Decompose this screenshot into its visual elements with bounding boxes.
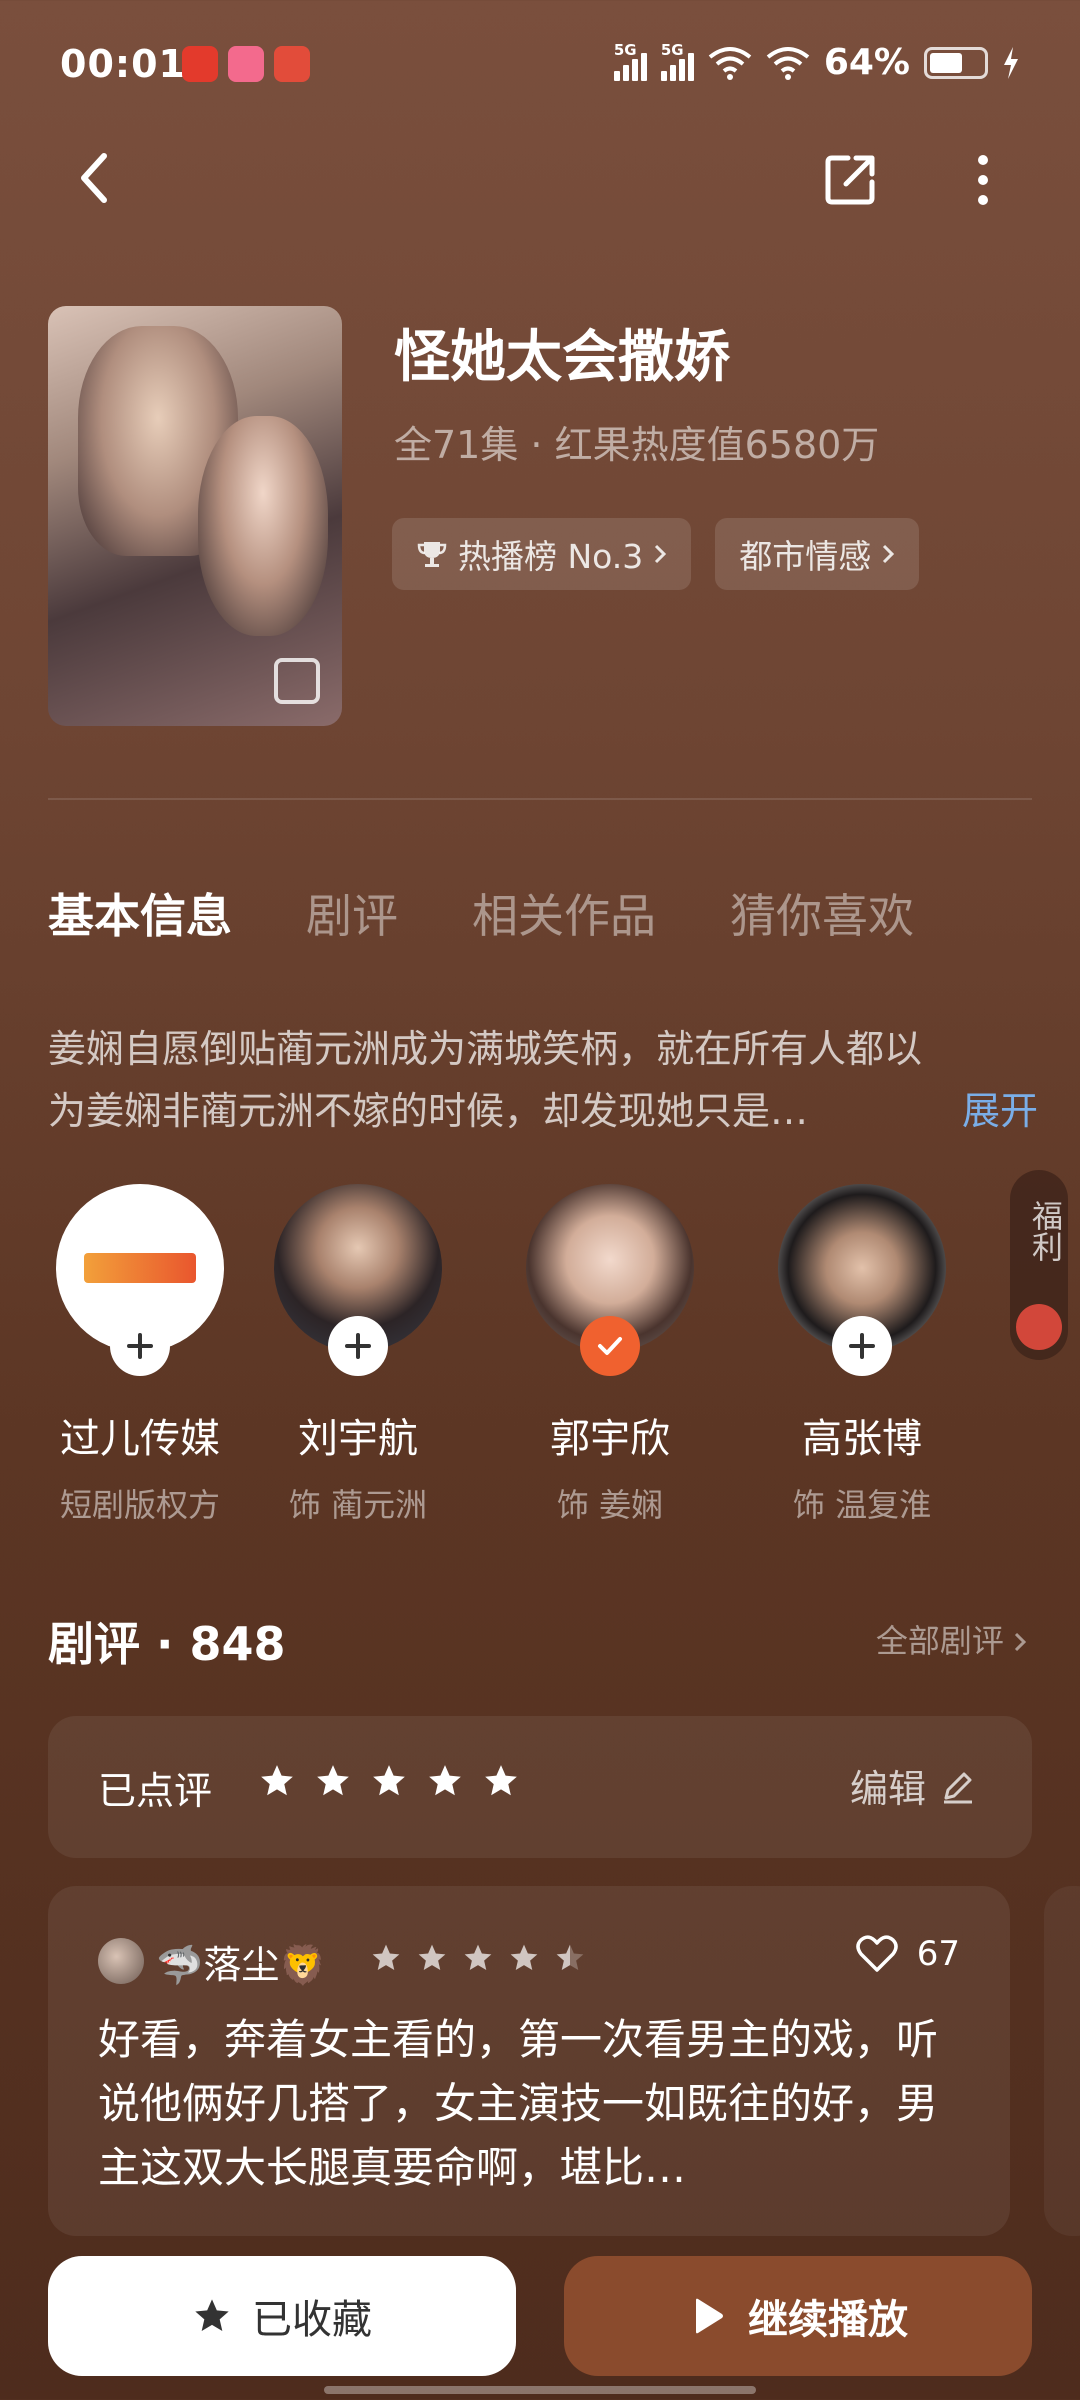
star-icon bbox=[510, 1944, 538, 1970]
reviewer-name: 🦈落尘🦁 bbox=[156, 1943, 327, 1987]
cast-name: 郭宇欣 bbox=[550, 1416, 670, 1462]
plus-icon bbox=[849, 1333, 875, 1359]
cast-role: 饰 姜娴 bbox=[556, 1486, 664, 1524]
show-tags: 热播榜 No.3 都市情感 bbox=[392, 518, 920, 590]
cast-role: 短剧版权方 bbox=[59, 1486, 220, 1524]
back-icon[interactable] bbox=[70, 148, 120, 208]
rated-label: 已点评 bbox=[98, 1769, 213, 1813]
bilibili-app-icon bbox=[228, 46, 264, 82]
avatar bbox=[98, 1938, 144, 1984]
like-button[interactable]: 67 bbox=[855, 1934, 960, 1974]
poster-figure bbox=[198, 416, 328, 636]
cast-item[interactable]: 过儿传媒 短剧版权方 bbox=[30, 1184, 250, 1526]
video-app-icon bbox=[274, 46, 310, 82]
genre-tag-label: 都市情感 bbox=[739, 537, 872, 576]
follow-button[interactable] bbox=[832, 1316, 892, 1376]
review-card[interactable]: 🦈落尘🦁 67 好看，奔着女主看的，第一次看男主的戏，听说他俩好几搭了，女主演技… bbox=[48, 1886, 1010, 2236]
review-card[interactable] bbox=[1044, 1886, 1080, 2236]
favorite-button[interactable]: 已收藏 bbox=[48, 2256, 516, 2376]
cast-item[interactable]: 郭宇欣 饰 姜娴 bbox=[500, 1184, 720, 1526]
tab-related-works[interactable]: 相关作品 bbox=[472, 880, 656, 946]
show-meta: 全71集 · 红果热度值6580万 bbox=[394, 423, 880, 467]
signal-icon: 5G bbox=[613, 41, 647, 81]
cast-role: 饰 蔺元洲 bbox=[288, 1486, 428, 1524]
more-icon[interactable] bbox=[968, 150, 998, 210]
synopsis-line: 姜娴自愿倒贴蔺元洲成为满城笑柄，就在所有人都以 bbox=[48, 1027, 923, 1071]
tab-recommendations[interactable]: 猜你喜欢 bbox=[730, 880, 914, 946]
edit-review-button[interactable]: 编辑 bbox=[850, 1758, 976, 1813]
status-time: 00:01 bbox=[60, 42, 186, 86]
chevron-right-icon bbox=[1014, 1632, 1027, 1652]
cast-name: 刘宇航 bbox=[298, 1416, 418, 1462]
charging-icon bbox=[1004, 46, 1018, 79]
divider bbox=[48, 798, 1032, 800]
welfare-label: 福利 bbox=[1026, 1200, 1062, 1262]
tv-icon bbox=[274, 658, 320, 704]
cast-role: 饰 温复淮 bbox=[792, 1486, 932, 1524]
edit-icon bbox=[944, 1772, 972, 1803]
reviews-title: 剧评 · 848 bbox=[48, 1617, 286, 1671]
star-icon bbox=[373, 1765, 405, 1796]
battery-icon bbox=[924, 46, 988, 79]
follow-button[interactable] bbox=[328, 1316, 388, 1376]
expand-link[interactable]: 展开 bbox=[962, 1080, 1038, 1142]
notification-icons bbox=[182, 46, 310, 82]
star-icon bbox=[261, 1765, 293, 1796]
play-icon bbox=[696, 2298, 723, 2334]
chevron-right-icon bbox=[883, 544, 895, 564]
followed-button[interactable] bbox=[580, 1316, 640, 1376]
my-rating-stars[interactable] bbox=[258, 1762, 520, 1800]
play-label: 继续播放 bbox=[748, 2297, 908, 2343]
status-indicators: 5G 5G 64% bbox=[613, 41, 1020, 83]
check-icon bbox=[598, 1337, 622, 1355]
rank-tag-label: 热播榜 No.3 bbox=[458, 537, 644, 576]
tab-reviews[interactable]: 剧评 bbox=[306, 880, 398, 946]
all-reviews-link[interactable]: 全部剧评 bbox=[876, 1616, 1027, 1662]
star-icon bbox=[372, 1944, 400, 1970]
genre-tag[interactable]: 都市情感 bbox=[715, 518, 920, 590]
rank-tag[interactable]: 热播榜 No.3 bbox=[392, 518, 692, 590]
status-bar: 00:01 5G 5G 64% bbox=[0, 0, 1080, 130]
trophy-icon bbox=[417, 542, 447, 567]
battery-percent: 64% bbox=[823, 42, 910, 83]
like-count: 67 bbox=[916, 1934, 960, 1974]
shopping-app-icon bbox=[182, 46, 218, 82]
star-icon bbox=[195, 2299, 229, 2331]
star-icon bbox=[464, 1944, 492, 1970]
tab-basic-info[interactable]: 基本信息 bbox=[48, 880, 232, 946]
star-icon bbox=[317, 1765, 349, 1796]
show-poster[interactable] bbox=[48, 306, 342, 726]
favorite-label: 已收藏 bbox=[252, 2297, 372, 2343]
synopsis-line: 为姜娴非蔺元洲不嫁的时候，却发现她只是… bbox=[48, 1089, 809, 1133]
chevron-right-icon bbox=[655, 544, 667, 564]
star-icon bbox=[485, 1765, 517, 1796]
show-title: 怪她太会撒娇 bbox=[394, 325, 730, 390]
continue-play-button[interactable]: 继续播放 bbox=[564, 2256, 1032, 2376]
follow-button[interactable] bbox=[110, 1316, 170, 1376]
wifi-icon bbox=[766, 46, 810, 80]
welfare-widget[interactable]: 福利 bbox=[1010, 1170, 1068, 1360]
cast-name: 高张博 bbox=[802, 1416, 922, 1462]
my-rating-card: 已点评 编辑 bbox=[48, 1716, 1032, 1858]
cast-item[interactable]: 高张博 饰 温复淮 bbox=[752, 1184, 972, 1526]
detail-tabs: 基本信息 剧评 相关作品 猜你喜欢 bbox=[48, 880, 914, 946]
heart-icon bbox=[855, 1935, 898, 1972]
synopsis: 姜娴自愿倒贴蔺元洲成为满城笑柄，就在所有人都以 为姜娴非蔺元洲不嫁的时候，却发现… bbox=[48, 1018, 1038, 1142]
plus-icon bbox=[127, 1333, 153, 1359]
red-envelope-icon bbox=[1016, 1304, 1062, 1350]
signal-icon: 5G bbox=[660, 41, 694, 81]
cast-name: 过儿传媒 bbox=[60, 1416, 220, 1462]
review-text: 好看，奔着女主看的，第一次看男主的戏，听说他俩好几搭了，女主演技一如既往的好，男… bbox=[98, 2015, 939, 2192]
star-icon bbox=[418, 1944, 446, 1970]
home-indicator[interactable] bbox=[324, 2386, 756, 2394]
cast-item[interactable]: 刘宇航 饰 蔺元洲 bbox=[248, 1184, 468, 1526]
wifi-icon bbox=[708, 46, 752, 80]
star-icon bbox=[429, 1765, 461, 1796]
star-icon bbox=[556, 1944, 584, 1970]
review-rating-stars bbox=[370, 1942, 586, 1974]
plus-icon bbox=[345, 1333, 371, 1359]
share-icon[interactable] bbox=[822, 150, 880, 208]
